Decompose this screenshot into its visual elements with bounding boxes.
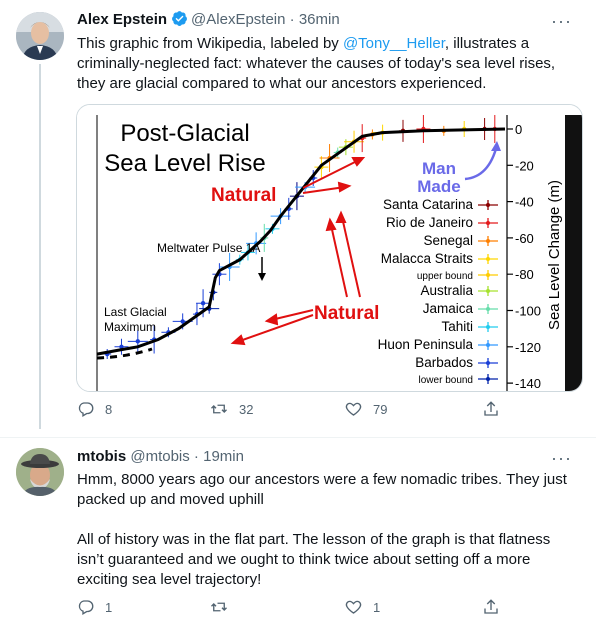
reply-count: 8 (105, 401, 113, 417)
y-tick-label: -80 (515, 267, 534, 282)
y-tick-label: 0 (515, 122, 522, 137)
tweet-header: mtobis @mtobis · 19min (77, 447, 244, 467)
legend-swatch-marker (486, 257, 490, 261)
legend-label: Jamaica (423, 301, 474, 316)
retweet-icon (211, 602, 227, 612)
tweet-text-part: This graphic from Wikipedia, labeled by (77, 35, 343, 52)
dot-separator: · (189, 448, 204, 465)
y-tick-label: -100 (515, 304, 541, 319)
like-count: 1 (373, 599, 381, 615)
legend-swatch-marker (486, 377, 490, 381)
tweet-paragraph-1: Hmm, 8000 years ago our ancestors were a… (77, 471, 567, 508)
legend-swatch-marker (486, 289, 490, 293)
heart-icon (345, 600, 362, 614)
tweet-mtobis[interactable]: mtobis @mtobis · 19min ··· Hmm, 8000 yea… (0, 438, 596, 629)
tweet-header: Alex Epstein @AlexEpstein · 36min (77, 10, 340, 30)
legend-swatch-marker (486, 203, 490, 207)
reply-button[interactable]: 8 (77, 400, 112, 418)
tweet-timestamp[interactable]: 36min (299, 11, 340, 28)
legend-label: Senegal (423, 233, 473, 248)
retweet-icon (211, 404, 227, 414)
annotation-natural-upper: Natural (211, 185, 276, 206)
legend-label: Tahiti (441, 319, 473, 334)
avatar-portrait-icon (16, 12, 64, 60)
sea-level-chart: 0 -20 -40 -60 -80 -100 -120 -140 Sea Level Chan… (77, 105, 582, 391)
y-axis-label: Sea Level Change (m) (546, 180, 563, 330)
y-tick-label: -140 (515, 376, 541, 391)
reply-icon (78, 402, 94, 417)
tweet-text: This graphic from Wikipedia, labeled by … (77, 34, 577, 94)
avatar-alex-epstein[interactable] (16, 12, 64, 60)
legend-label: Santa Catarina (383, 197, 474, 212)
tweet-paragraph-2: All of history was in the flat part. The… (77, 531, 551, 588)
like-button[interactable]: 1 (344, 598, 380, 616)
annotation-lgm-line2: Maximum (104, 320, 156, 334)
share-icon (484, 599, 498, 614)
like-button[interactable]: 79 (344, 400, 387, 418)
verified-badge-icon (172, 11, 187, 26)
legend-label: Barbados (415, 355, 473, 370)
legend-swatch-marker (486, 361, 490, 365)
y-tick-label: -120 (515, 340, 541, 355)
more-options-icon[interactable]: ··· (551, 449, 572, 467)
annotation-meltwater-pulse: Meltwater Pulse 1A (157, 241, 260, 255)
tweet-media-image[interactable]: 0 -20 -40 -60 -80 -100 -120 -140 Sea Level Chan… (76, 104, 583, 392)
tweet-actions: 8 32 79 (77, 400, 507, 420)
legend-swatch-marker (486, 221, 490, 225)
reply-count: 1 (105, 599, 113, 615)
legend-label: Rio de Janeiro (386, 215, 473, 230)
legend-label: Huon Peninsula (378, 337, 474, 352)
tweet-timestamp[interactable]: 19min (203, 448, 244, 465)
right-edge-band (565, 115, 582, 391)
dot-separator: · (285, 11, 299, 28)
annotation-lgm-line1: Last Glacial (104, 305, 167, 319)
tweet-actions: 1 1 (77, 598, 507, 618)
legend-label: lower bound (419, 375, 473, 386)
share-icon (484, 401, 498, 416)
legend-swatch-marker (486, 273, 490, 277)
annotation-natural-lower: Natural (314, 303, 379, 324)
legend-swatch-marker (486, 343, 490, 347)
author-handle[interactable]: @AlexEpstein (191, 11, 285, 28)
author-handle[interactable]: @mtobis (130, 448, 189, 465)
chart-title-line2: Sea Level Rise (104, 150, 265, 177)
heart-icon (345, 402, 362, 416)
legend-swatch-marker (486, 325, 490, 329)
legend-label: Sunda/Vietnam Shelf (346, 389, 473, 391)
tweet-alex-epstein[interactable]: Alex Epstein @AlexEpstein · 36min ··· Thi… (0, 0, 596, 437)
legend-swatch-marker (486, 307, 490, 311)
avatar-mtobis[interactable] (16, 448, 64, 496)
legend-label: Malacca Straits (381, 251, 474, 266)
annotation-man-made-line1: Man (422, 159, 456, 178)
y-tick-label: -20 (515, 158, 534, 173)
author-name[interactable]: mtobis (77, 448, 126, 465)
retweet-button[interactable]: 32 (209, 400, 253, 418)
thread-connector-line (39, 64, 41, 429)
reply-icon (78, 600, 94, 615)
legend-label: Australia (420, 283, 473, 298)
like-count: 79 (373, 401, 388, 417)
annotation-man-made-line2: Made (417, 177, 460, 196)
avatar-portrait-icon (16, 448, 64, 496)
y-tick-label: -60 (515, 231, 534, 246)
reply-button[interactable]: 1 (77, 598, 112, 616)
data-point (200, 301, 206, 306)
author-name[interactable]: Alex Epstein (77, 11, 167, 28)
legend-swatch-marker (486, 239, 490, 243)
tweet-text: Hmm, 8000 years ago our ancestors were a… (77, 470, 577, 590)
more-options-icon[interactable]: ··· (551, 12, 572, 30)
share-button[interactable] (482, 598, 500, 616)
retweet-button[interactable] (209, 598, 239, 616)
mention-link[interactable]: @Tony__Heller (343, 35, 445, 52)
retweet-count: 32 (239, 401, 254, 417)
y-tick-label: -40 (515, 195, 534, 210)
data-point (135, 339, 140, 344)
share-button[interactable] (482, 400, 500, 418)
chart-title-line1: Post-Glacial (120, 120, 249, 147)
legend-label: upper bound (417, 271, 473, 282)
